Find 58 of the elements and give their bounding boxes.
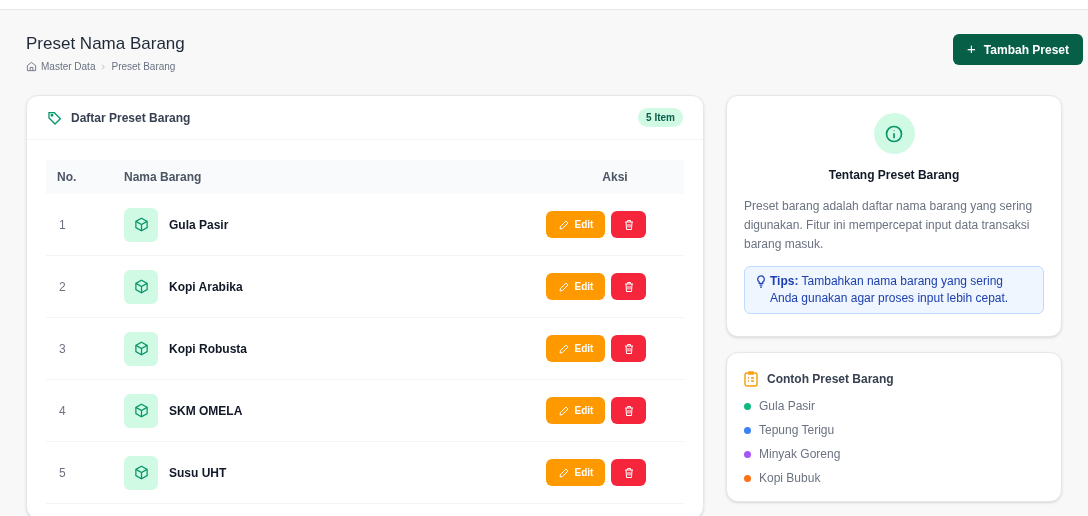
- tag-icon: [47, 109, 63, 126]
- item-name: Gula Pasir: [169, 216, 229, 234]
- box-icon: [124, 207, 158, 242]
- edit-button[interactable]: Edit: [546, 459, 605, 486]
- info-icon: [873, 113, 915, 154]
- edit-button[interactable]: Edit: [546, 211, 605, 238]
- delete-button[interactable]: [611, 273, 646, 300]
- example-item: Gula Pasir: [759, 398, 816, 415]
- box-icon: [124, 455, 158, 490]
- pencil-icon: [557, 404, 570, 417]
- add-preset-button[interactable]: + Tambah Preset: [953, 34, 1083, 65]
- clipboard-list-icon: [744, 371, 758, 387]
- column-header: Aksi: [601, 169, 629, 186]
- chevron-icon: [99, 62, 108, 71]
- count-badge: 5 Item: [638, 108, 683, 127]
- edit-button[interactable]: Edit: [546, 273, 605, 300]
- pencil-icon: [557, 466, 570, 479]
- trash-icon: [622, 280, 635, 293]
- row-number: 1: [58, 216, 67, 234]
- pencil-icon: [557, 280, 570, 293]
- delete-button[interactable]: [611, 459, 646, 486]
- delete-button[interactable]: [611, 397, 646, 424]
- item-name: SKM OMELA: [169, 402, 243, 420]
- lightbulb-icon: [756, 275, 766, 288]
- row-number: 3: [58, 340, 67, 358]
- row-number: 2: [58, 278, 67, 296]
- example-item: Kopi Bubuk: [759, 470, 821, 487]
- edit-button[interactable]: Edit: [546, 397, 605, 424]
- edit-button[interactable]: Edit: [546, 335, 605, 362]
- card-title: Contoh Preset Barang: [767, 371, 894, 388]
- item-name: Kopi Arabika: [169, 278, 243, 296]
- row-number: 5: [58, 464, 67, 482]
- column-header: Nama Barang: [124, 169, 203, 186]
- box-icon: [124, 393, 158, 428]
- example-item: Minyak Goreng: [759, 446, 841, 463]
- trash-icon: [622, 404, 635, 417]
- example-item: Tepung Terigu: [759, 422, 835, 439]
- pencil-icon: [557, 218, 570, 231]
- trash-icon: [622, 218, 635, 231]
- pencil-icon: [557, 342, 570, 355]
- card-title: Daftar Preset Barang: [71, 109, 191, 127]
- breadcrumb-current: Preset Barang: [111, 60, 176, 74]
- delete-button[interactable]: [611, 335, 646, 362]
- page-title: Preset Nama Barang: [26, 33, 185, 55]
- column-header: No.: [56, 169, 78, 186]
- tips-text: Tips: Tambahkan nama barang yang sering Anda gunakan agar proses input lebih cepat.: [770, 273, 1010, 307]
- trash-icon: [622, 342, 635, 355]
- card-title: Tentang Preset Barang: [827, 167, 961, 184]
- row-number: 4: [58, 402, 67, 420]
- home-icon: [26, 61, 37, 72]
- trash-icon: [622, 466, 635, 479]
- breadcrumb-link[interactable]: Master Data: [41, 59, 96, 74]
- description-text: Preset barang adalah daftar nama barang yang sering digunakan. Fitur ini mempercepat input data transaksi barang masuk.: [744, 198, 1034, 253]
- item-name: Susu UHT: [169, 464, 227, 482]
- item-name: Kopi Robusta: [169, 340, 247, 358]
- delete-button[interactable]: [611, 211, 646, 238]
- box-icon: [124, 331, 158, 366]
- box-icon: [124, 269, 158, 304]
